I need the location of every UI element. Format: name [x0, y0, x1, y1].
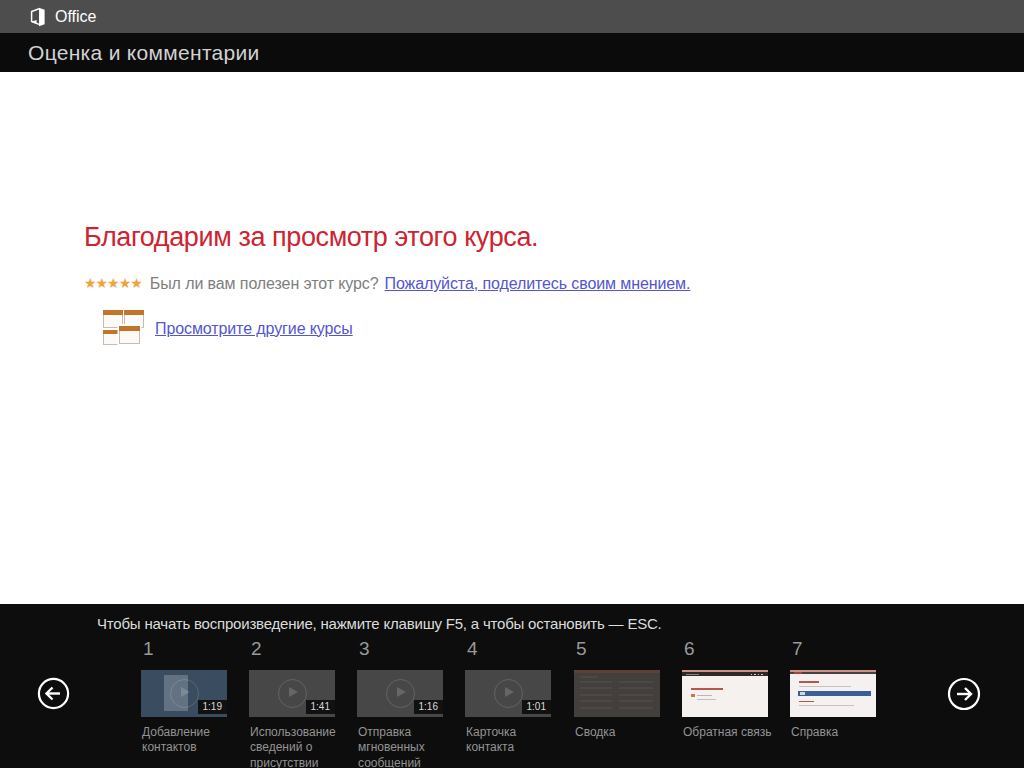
office-brand: Office: [28, 7, 97, 27]
duration-badge: 1:19: [198, 700, 227, 714]
thumb-text-lines: [799, 701, 814, 703]
thumb-text-lines: [799, 686, 851, 687]
star-rating-icon: ★★★★★: [84, 275, 142, 291]
slide-content: Благодарим за просмотр этого курса. ★★★★…: [0, 72, 1024, 604]
slide-label: Сводка: [575, 725, 671, 740]
play-icon: [170, 679, 199, 708]
filmstrip-panel: Чтобы начать воспроизведение, нажмите кл…: [0, 604, 1024, 768]
next-slide-button[interactable]: [947, 677, 981, 711]
slide-number: 3: [359, 638, 370, 660]
thumb-header-bar: [790, 672, 876, 674]
duration-badge: 1:01: [522, 700, 551, 714]
slide-number: 1: [143, 638, 154, 660]
slide-number: 5: [576, 638, 587, 660]
thumb-text-lines: [691, 694, 695, 697]
thumb-text-lines: [697, 699, 716, 700]
previous-slide-button[interactable]: [37, 677, 70, 710]
thank-you-heading: Благодарим за просмотр этого курса.: [84, 222, 538, 253]
video-thumbnail[interactable]: 1:41: [249, 670, 335, 717]
slide-label: Обратная связь: [683, 725, 779, 740]
play-icon: [386, 679, 415, 708]
thumb-header-strip: [574, 670, 660, 673]
slide-label: Отправка мгновенных сообщений: [358, 725, 454, 768]
thumb-text-lines: [580, 676, 598, 678]
help-thumbnail[interactable]: [790, 670, 876, 717]
thumb-progress-bar: [798, 691, 871, 696]
slide-label: Использование сведений о присутствии: [250, 725, 346, 768]
slide-label: Карточка контакта: [466, 725, 562, 756]
other-courses-row: Просмотрите другие курсы: [102, 309, 353, 348]
play-icon: [278, 679, 307, 708]
thumb-text-lines: [691, 688, 723, 690]
slide-number: 4: [467, 638, 478, 660]
slide-number: 2: [251, 638, 262, 660]
courses-windows-icon: [102, 309, 145, 348]
thumb-text-lines: [697, 695, 712, 696]
feedback-thumbnail[interactable]: [682, 670, 768, 717]
slide-label: Добавление контактов: [142, 725, 238, 756]
thumb-text-lines: [799, 681, 819, 683]
slide-number: 6: [684, 638, 695, 660]
playback-instruction: Чтобы начать воспроизведение, нажмите кл…: [97, 615, 662, 632]
thumb-text-lines: [799, 705, 854, 706]
course-section-title-bar: Оценка и комментарии: [0, 33, 1024, 72]
app-title-bar: Office: [0, 0, 1024, 33]
view-other-courses-link[interactable]: Просмотрите другие курсы: [155, 320, 353, 338]
summary-thumbnail[interactable]: [574, 670, 660, 717]
rating-row: ★★★★★ Был ли вам полезен этот курс? Пожа…: [84, 275, 690, 293]
thumb-toolbar-marks: [751, 674, 765, 676]
duration-badge: 1:16: [414, 700, 443, 714]
thumb-menu-marks: [794, 672, 802, 674]
thumb-text-lines: [619, 681, 653, 712]
share-opinion-link[interactable]: Пожалуйста, поделитесь своим мнением.: [385, 275, 691, 293]
play-icon: [494, 679, 523, 708]
video-thumbnail[interactable]: 1:01: [465, 670, 551, 717]
duration-badge: 1:41: [306, 700, 335, 714]
rating-question: Был ли вам полезен этот курс?: [150, 275, 379, 293]
slide-number: 7: [792, 638, 803, 660]
office-logo-icon: [28, 7, 47, 27]
slide-label: Справка: [791, 725, 887, 740]
office-brand-label: Office: [55, 8, 97, 26]
page-title: Оценка и комментарии: [28, 41, 260, 65]
thumb-menu-marks: [686, 674, 699, 676]
video-thumbnail[interactable]: 1:16: [357, 670, 443, 717]
video-thumbnail[interactable]: 1:19: [141, 670, 227, 717]
thumb-text-lines: [580, 681, 612, 712]
